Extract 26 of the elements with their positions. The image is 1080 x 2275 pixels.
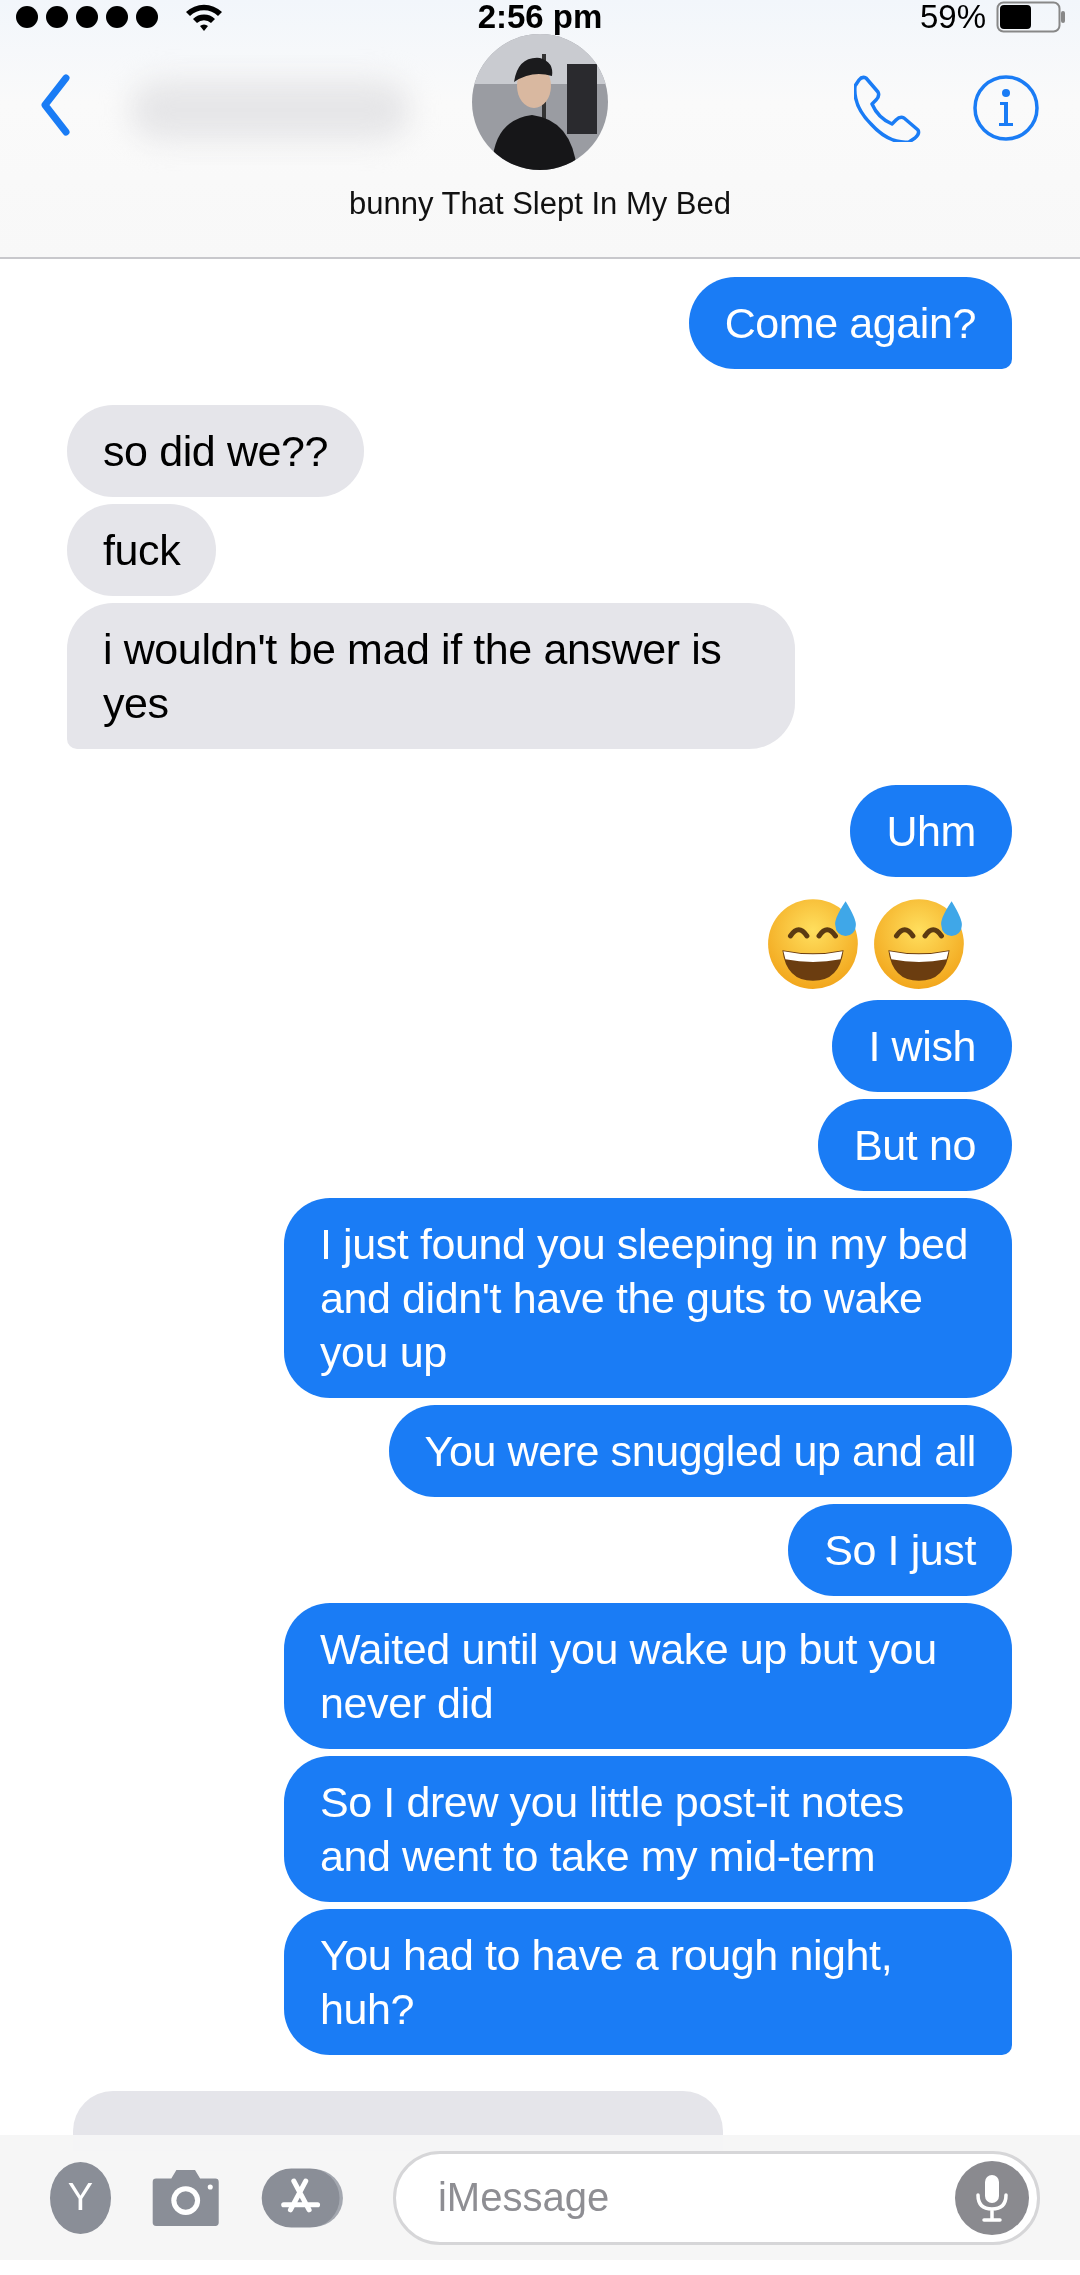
phone-icon[interactable] bbox=[854, 74, 922, 142]
status-time: 2:56 pm bbox=[477, 0, 603, 34]
message-input-field[interactable]: iMessage bbox=[436, 2174, 955, 2221]
wifi-icon bbox=[184, 2, 224, 32]
message-bubble: fuck bbox=[67, 504, 217, 596]
message-bubble: i wouldn't be mad if the answer is yes bbox=[67, 603, 795, 749]
message-bubble: So I just bbox=[788, 1504, 1012, 1596]
info-icon[interactable] bbox=[972, 74, 1040, 142]
message-bubble: I wish bbox=[832, 1000, 1012, 1092]
message-field[interactable]: iMessage bbox=[393, 2150, 1040, 2245]
message-bubble: You had to have a rough night, huh? bbox=[284, 1909, 1012, 2055]
message-bubble: Waited until you wake up but you never did bbox=[284, 1603, 1012, 1749]
battery-icon bbox=[996, 1, 1066, 33]
message-bubble: Come again? bbox=[688, 277, 1012, 369]
back-chevron-icon[interactable] bbox=[40, 74, 70, 136]
contact-avatar[interactable]: Y bbox=[50, 2161, 111, 2234]
microphone-icon bbox=[975, 2172, 1009, 2223]
battery-percentage: 59% bbox=[919, 0, 986, 34]
message-bubble: But no bbox=[818, 1099, 1012, 1191]
message-bubble: so did we?? bbox=[67, 405, 365, 497]
message-bubble: You were snuggled up and all bbox=[388, 1405, 1012, 1497]
contact-name: bunny That Slept In My Bed bbox=[349, 186, 731, 221]
message-bubble: Uhm bbox=[850, 785, 1012, 877]
microphone-button[interactable] bbox=[955, 2160, 1029, 2235]
message-bubble: So I drew you little post-it notes and went to take my mid-term bbox=[284, 1756, 1012, 1902]
message-bubble: I just found you sleeping in my bed and didn't have the guts to wake you up bbox=[284, 1198, 1012, 1398]
